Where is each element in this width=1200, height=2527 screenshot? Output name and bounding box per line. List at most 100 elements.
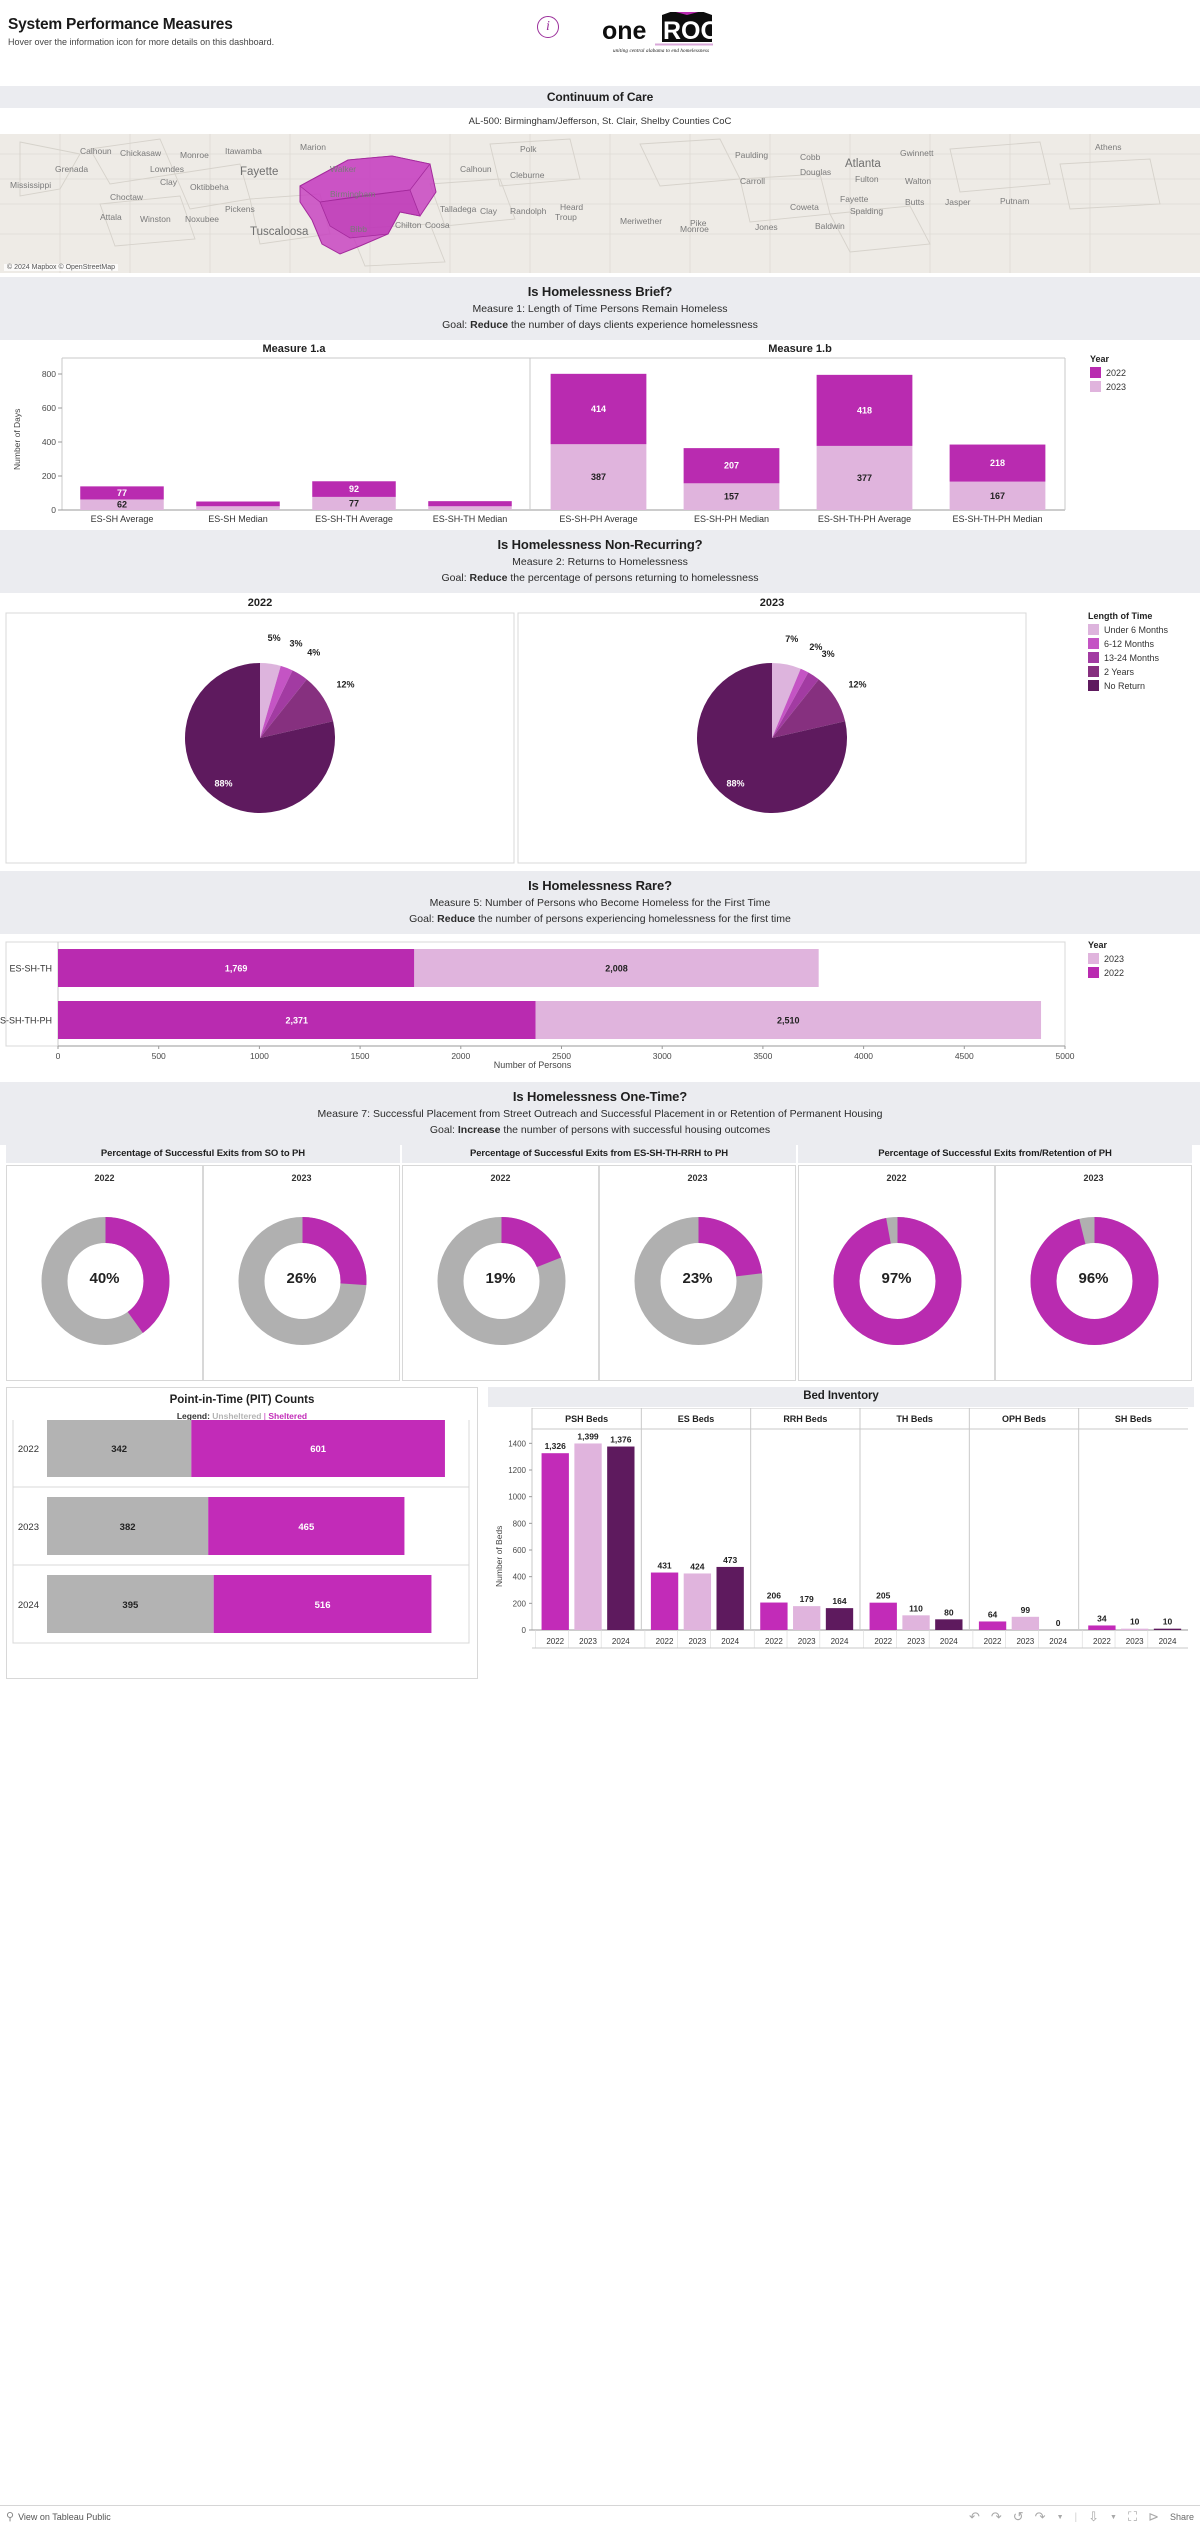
svg-text:418: 418 — [857, 405, 872, 415]
measure7-group: Percentage of Successful Exits from ES-S… — [402, 1145, 796, 1383]
download-dropdown-icon[interactable]: ▼ — [1110, 2514, 1117, 2521]
measure2-legend[interactable]: Length of Time Under 6 Months 6-12 Months… — [1088, 611, 1168, 691]
measure7-donut-panel[interactable]: 2023 26% — [203, 1165, 400, 1381]
measure1-legend-item[interactable]: 2023 — [1090, 381, 1126, 392]
svg-text:2022: 2022 — [656, 1637, 674, 1646]
measure1-legend-item[interactable]: 2022 — [1090, 367, 1126, 378]
svg-text:RRH Beds: RRH Beds — [783, 1414, 827, 1424]
fullscreen-icon[interactable]: ⛶ — [1128, 2509, 1137, 2525]
svg-text:SH Beds: SH Beds — [1115, 1414, 1152, 1424]
measure2-legend-item[interactable]: Under 6 Months — [1088, 624, 1168, 635]
redo-icon[interactable]: ↷ — [991, 2509, 1002, 2525]
measure2-legend-item[interactable]: 6-12 Months — [1088, 638, 1168, 649]
beds-panel[interactable]: Bed Inventory Number of Beds 0 200 400 600 8… — [488, 1387, 1194, 1679]
measure7-donut-panel[interactable]: 2023 96% — [995, 1165, 1192, 1381]
svg-text:1400: 1400 — [508, 1439, 526, 1448]
revert-icon[interactable]: ↺ — [1013, 2509, 1024, 2525]
bottom-section[interactable]: Point-in-Time (PIT) Counts Legend: Unshe… — [0, 1387, 1200, 1683]
measure2-legend-item[interactable]: 13-24 Months — [1088, 652, 1168, 663]
measure7-group: Percentage of Successful Exits from SO t… — [6, 1145, 400, 1383]
measure7-donut-value: 40% — [89, 1270, 120, 1287]
map-label: Fayette — [840, 194, 869, 204]
measure7-donut-panel[interactable]: 2023 23% — [599, 1165, 796, 1381]
share-label[interactable]: Share — [1170, 2512, 1194, 2522]
beds-band: Bed Inventory — [488, 1387, 1194, 1407]
measure2-goal-keyword: Reduce — [469, 572, 508, 584]
logo-tagline: uniting central alabama to end homelessn… — [612, 48, 710, 54]
measure7-group-title-band: Percentage of Successful Exits from SO t… — [6, 1145, 400, 1163]
measure7-donut-panel[interactable]: 2022 97% — [798, 1165, 995, 1381]
svg-text:80: 80 — [944, 1607, 954, 1617]
svg-text:OPH Beds: OPH Beds — [1002, 1414, 1046, 1424]
coc-map[interactable]: © 2024 Mapbox © OpenStreetMap Atlanta Fay… — [0, 133, 1200, 273]
svg-text:424: 424 — [690, 1561, 704, 1571]
legend-label: No Return — [1104, 680, 1146, 691]
measure7-title: Is Homelessness One-Time? — [512, 1089, 688, 1104]
svg-text:205: 205 — [876, 1591, 890, 1601]
measure5-legend-item[interactable]: 2023 — [1088, 953, 1124, 964]
coc-caption: AL-500: Birmingham/Jefferson, St. Clair,… — [468, 116, 732, 127]
undo-icon[interactable]: ↶ — [969, 2509, 980, 2525]
measure2-legend-item[interactable]: 2 Years — [1088, 666, 1168, 677]
measure5-subtitle-prefix: Measure 5: — [429, 897, 486, 909]
measure1-goal-keyword: Reduce — [470, 319, 509, 331]
map-label: Talladega — [440, 204, 477, 214]
refresh-dropdown-icon[interactable]: ▼ — [1057, 2514, 1064, 2521]
measure5-chart[interactable]: Year 2023 2022 0 500 1000 1500 2000 2500 3000 35… — [0, 934, 1200, 1082]
svg-text:342: 342 — [111, 1444, 127, 1455]
measure5-subtitle-text: Number of Persons who Become Homeless fo… — [485, 897, 771, 909]
refresh-icon[interactable]: ↷ — [1035, 2509, 1046, 2525]
svg-text:12%: 12% — [337, 679, 355, 689]
map-label: Meriwether — [620, 216, 663, 226]
map-label: Cobb — [800, 152, 821, 162]
measure1-legend[interactable]: Year 2022 2023 — [1090, 354, 1126, 392]
download-icon[interactable]: ⇩ — [1088, 2509, 1099, 2525]
svg-text:10: 10 — [1130, 1617, 1140, 1627]
share-icon[interactable]: ⊳ — [1148, 2509, 1159, 2525]
svg-text:164: 164 — [832, 1596, 846, 1606]
measure1-chart[interactable]: Measure 1.a Measure 1.b Number of Days Y… — [0, 340, 1200, 530]
measure5-subtitle: Measure 5: Number of Persons who Become … — [0, 897, 1200, 909]
map-label: Chickasaw — [120, 148, 162, 158]
pit-panel[interactable]: Point-in-Time (PIT) Counts Legend: Unshe… — [6, 1387, 478, 1679]
svg-text:1,399: 1,399 — [577, 1431, 599, 1441]
measure7-donut-panel[interactable]: 2022 40% — [6, 1165, 203, 1381]
footer-toolbar[interactable]: ⚲ View on Tableau Public ↶ ↷ ↺ ↷ ▼ | ⇩ ▼… — [0, 2505, 1200, 2527]
svg-text:400: 400 — [513, 1573, 527, 1582]
measure1-category-label: ES-SH-TH-PH Median — [952, 514, 1043, 524]
map-label: Marion — [300, 142, 326, 152]
legend-swatch — [1088, 953, 1099, 964]
measure2-band: Is Homelessness Non-Recurring? Measure 2… — [0, 530, 1200, 593]
view-on-tableau-public[interactable]: ⚲ View on Tableau Public — [6, 2510, 111, 2523]
measure5-legend[interactable]: Year 2023 2022 — [1088, 940, 1124, 978]
measure1-category-label: ES-SH-PH Average — [559, 514, 638, 524]
map-label: Bibb — [350, 224, 368, 234]
svg-text:800: 800 — [513, 1519, 527, 1528]
coc-band: Continuum of Care — [0, 86, 1200, 108]
svg-text:2024: 2024 — [940, 1637, 958, 1646]
measure7-goal-keyword: Increase — [457, 1124, 501, 1136]
measure7-group-title-band: Percentage of Successful Exits from ES-S… — [402, 1145, 796, 1163]
map-attribution: © 2024 Mapbox © OpenStreetMap — [4, 264, 118, 271]
measure2-chart[interactable]: 2022 2023 Length of Time Under 6 Months 6-… — [0, 593, 1200, 871]
measure1-category-label: ES-SH-PH Median — [693, 514, 770, 524]
measure7-band: Is Homelessness One-Time? Measure 7: Suc… — [0, 1082, 1200, 1145]
svg-text:601: 601 — [310, 1444, 327, 1455]
beds-title: Bed Inventory — [803, 1390, 879, 1402]
measure7-group-title-band: Percentage of Successful Exits from/Rete… — [798, 1145, 1192, 1163]
information-icon[interactable]: i — [537, 16, 559, 38]
legend-swatch — [1090, 367, 1101, 378]
measure7-donut-panel[interactable]: 2022 19% — [402, 1165, 599, 1381]
svg-text:99: 99 — [1021, 1605, 1031, 1615]
svg-text:2022: 2022 — [984, 1637, 1002, 1646]
svg-text:64: 64 — [988, 1609, 998, 1619]
measure7-donuts[interactable]: Percentage of Successful Exits from SO t… — [0, 1145, 1200, 1387]
map-label: Spalding — [850, 206, 884, 216]
svg-text:382: 382 — [120, 1522, 136, 1533]
measure2-subtitle-text: Returns to Homelessness — [567, 556, 688, 568]
svg-text:2,008: 2,008 — [605, 964, 628, 974]
measure5-goal-rest: the number of persons experiencing homel… — [475, 913, 791, 925]
measure2-legend-item[interactable]: No Return — [1088, 680, 1168, 691]
svg-text:0: 0 — [1056, 1618, 1061, 1628]
measure5-legend-item[interactable]: 2022 — [1088, 967, 1124, 978]
